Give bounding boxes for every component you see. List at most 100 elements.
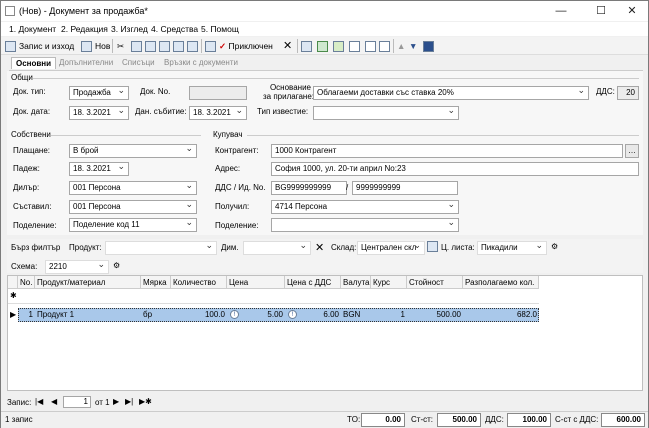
product-filter-input[interactable] — [105, 241, 217, 255]
store-lock-icon[interactable] — [427, 241, 441, 252]
dealer-select[interactable]: 001 Персона — [69, 181, 197, 195]
help-icon[interactable] — [423, 39, 437, 53]
column-header[interactable]: Мярка — [141, 276, 171, 289]
author-label: Съставил: — [13, 202, 52, 211]
cell-currency[interactable]: BGN — [341, 309, 371, 321]
cancel-icon[interactable]: ✕ — [283, 39, 292, 53]
cell-price-vat[interactable]: 6.00 — [285, 309, 341, 321]
cell-no[interactable]: 1 — [18, 309, 35, 321]
contragent-lookup-button[interactable]: … — [625, 144, 639, 158]
tab-document-links[interactable]: Връзки с документи — [164, 58, 238, 67]
receiver-select[interactable]: 4714 Персона — [271, 200, 459, 214]
app-icon — [5, 6, 15, 16]
doc-type-select[interactable]: Продажба — [69, 86, 129, 100]
tab-main[interactable]: Основни — [11, 57, 57, 69]
clear-filter-icon[interactable]: ✕ — [315, 241, 324, 254]
tab-lists[interactable]: Списъци — [122, 58, 155, 67]
close-button[interactable]: ✕ — [618, 3, 646, 19]
doc-date-picker[interactable]: 18. 3.2021 — [69, 106, 129, 120]
column-header[interactable]: Цена — [227, 276, 285, 289]
notice-type-select[interactable] — [313, 106, 459, 120]
group-buyer-heading: Купувач — [213, 130, 243, 139]
own-division-select[interactable]: Поделение код 11 — [69, 218, 197, 232]
author-select[interactable]: 001 Персона — [69, 200, 197, 214]
attach-icon[interactable] — [301, 39, 315, 53]
cell-value[interactable]: 500.00 — [407, 309, 463, 321]
print-icon[interactable] — [145, 39, 159, 53]
column-header[interactable]: Разполагаемо кол. — [463, 276, 539, 289]
last-record-button[interactable]: ▶| — [125, 397, 133, 406]
dim-filter-select[interactable] — [243, 241, 311, 255]
scheme-settings-icon[interactable]: ⚙ — [113, 261, 120, 270]
menu-edit[interactable]: 2. Редакция — [61, 24, 108, 34]
window-title: (Нов) - Документ за продажба* — [19, 6, 148, 16]
table-row[interactable]: ▶ 1 Продукт 1 бр 100.0 ! 5.00 ! 6.00 BGN… — [8, 308, 539, 322]
scheme-select[interactable]: 2210 — [45, 260, 109, 274]
cut-icon[interactable]: ✂ — [117, 39, 124, 53]
maximize-button[interactable]: ☐ — [587, 3, 615, 19]
menu-help[interactable]: 5. Помощ — [201, 24, 239, 34]
row-selector-icon[interactable]: ▶ — [8, 309, 18, 321]
paste-icon[interactable] — [187, 39, 201, 53]
menu-view[interactable]: 3. Изглед — [111, 24, 148, 34]
menu-document[interactable]: 1. Документ — [9, 24, 56, 34]
price-list-settings-icon[interactable]: ⚙ — [551, 242, 558, 251]
dealer-label: Дилър: — [13, 183, 40, 192]
cell-unit[interactable]: бр — [141, 309, 171, 321]
record-label: Запис: — [7, 398, 32, 407]
page-icon[interactable] — [349, 39, 363, 53]
divider — [247, 135, 639, 136]
header-form: Общи Док. тип: Продажба Док. No. Основан… — [7, 71, 643, 235]
posted-button[interactable]: ✓ Приключен — [205, 39, 273, 53]
column-header[interactable]: Валута — [341, 276, 371, 289]
tax-event-picker[interactable]: 18. 3.2021 — [189, 106, 247, 120]
toolbar-separator — [297, 39, 298, 53]
price-list-select[interactable]: Пикадили — [477, 241, 547, 255]
vat-number-field[interactable]: BG9999999999 — [271, 181, 347, 195]
save-close-button[interactable]: Запис и изход — [5, 39, 74, 53]
address-field[interactable]: София 1000, ул. 20-ти април No:23 — [271, 162, 639, 176]
value-label: Ст-ст: — [411, 415, 433, 424]
column-header[interactable]: No. — [18, 276, 35, 289]
column-header[interactable]: Цена с ДДС — [285, 276, 341, 289]
column-header[interactable]: Курс — [371, 276, 407, 289]
store-label: Склад: — [331, 243, 357, 252]
group-general-heading: Общи — [11, 73, 33, 82]
next-record-button[interactable]: ▶ — [113, 397, 119, 406]
print-preview-icon[interactable] — [159, 39, 173, 53]
due-date-picker[interactable]: 18. 3.2021 — [69, 162, 129, 176]
scheme-label: Схема: — [11, 262, 38, 271]
picture-icon[interactable] — [333, 39, 347, 53]
export-icon[interactable] — [173, 39, 187, 53]
store-select[interactable]: Централен скл — [357, 241, 425, 255]
down-arrow-icon[interactable]: ▼ — [409, 39, 417, 53]
cell-available[interactable]: 682.0 — [463, 309, 539, 321]
contragent-field[interactable]: 1000 Контрагент — [271, 144, 623, 158]
column-header[interactable]: Продукт/материал — [35, 276, 141, 289]
payment-select[interactable]: В брой — [69, 144, 197, 158]
group-own-heading: Собствени — [11, 130, 51, 139]
column-header[interactable]: Стойност — [407, 276, 463, 289]
cell-rate[interactable]: 1 — [371, 309, 407, 321]
prev-record-button[interactable]: ◀ — [51, 397, 57, 406]
up-arrow-icon[interactable]: ▲ — [397, 39, 405, 53]
new-button[interactable]: Нов — [81, 39, 110, 53]
cell-quantity[interactable]: 100.0 — [171, 309, 227, 321]
minimize-button[interactable]: — — [547, 3, 575, 19]
duplicate-icon[interactable] — [365, 39, 379, 53]
new-record-button[interactable]: ▶✱ — [139, 397, 152, 406]
list-icon[interactable] — [379, 39, 393, 53]
menu-tools[interactable]: 4. Средства — [151, 24, 198, 34]
tab-additional[interactable]: Допълнителни — [59, 58, 113, 67]
current-record-input[interactable]: 1 — [63, 396, 91, 408]
buyer-division-select[interactable] — [271, 218, 459, 232]
id-number-field[interactable]: 9999999999 — [352, 181, 458, 195]
copy-icon[interactable] — [131, 39, 145, 53]
basis-select[interactable]: Облагаеми доставки със ставка 20% — [313, 86, 589, 100]
first-record-button[interactable]: |◀ — [35, 397, 43, 406]
cell-price[interactable]: 5.00 — [227, 309, 285, 321]
refresh-icon[interactable] — [317, 39, 331, 53]
tab-strip: Основни Допълнителни Списъци Връзки с до… — [9, 57, 643, 71]
cell-product[interactable]: Продукт 1 — [35, 309, 141, 321]
column-header[interactable]: Количество — [171, 276, 227, 289]
